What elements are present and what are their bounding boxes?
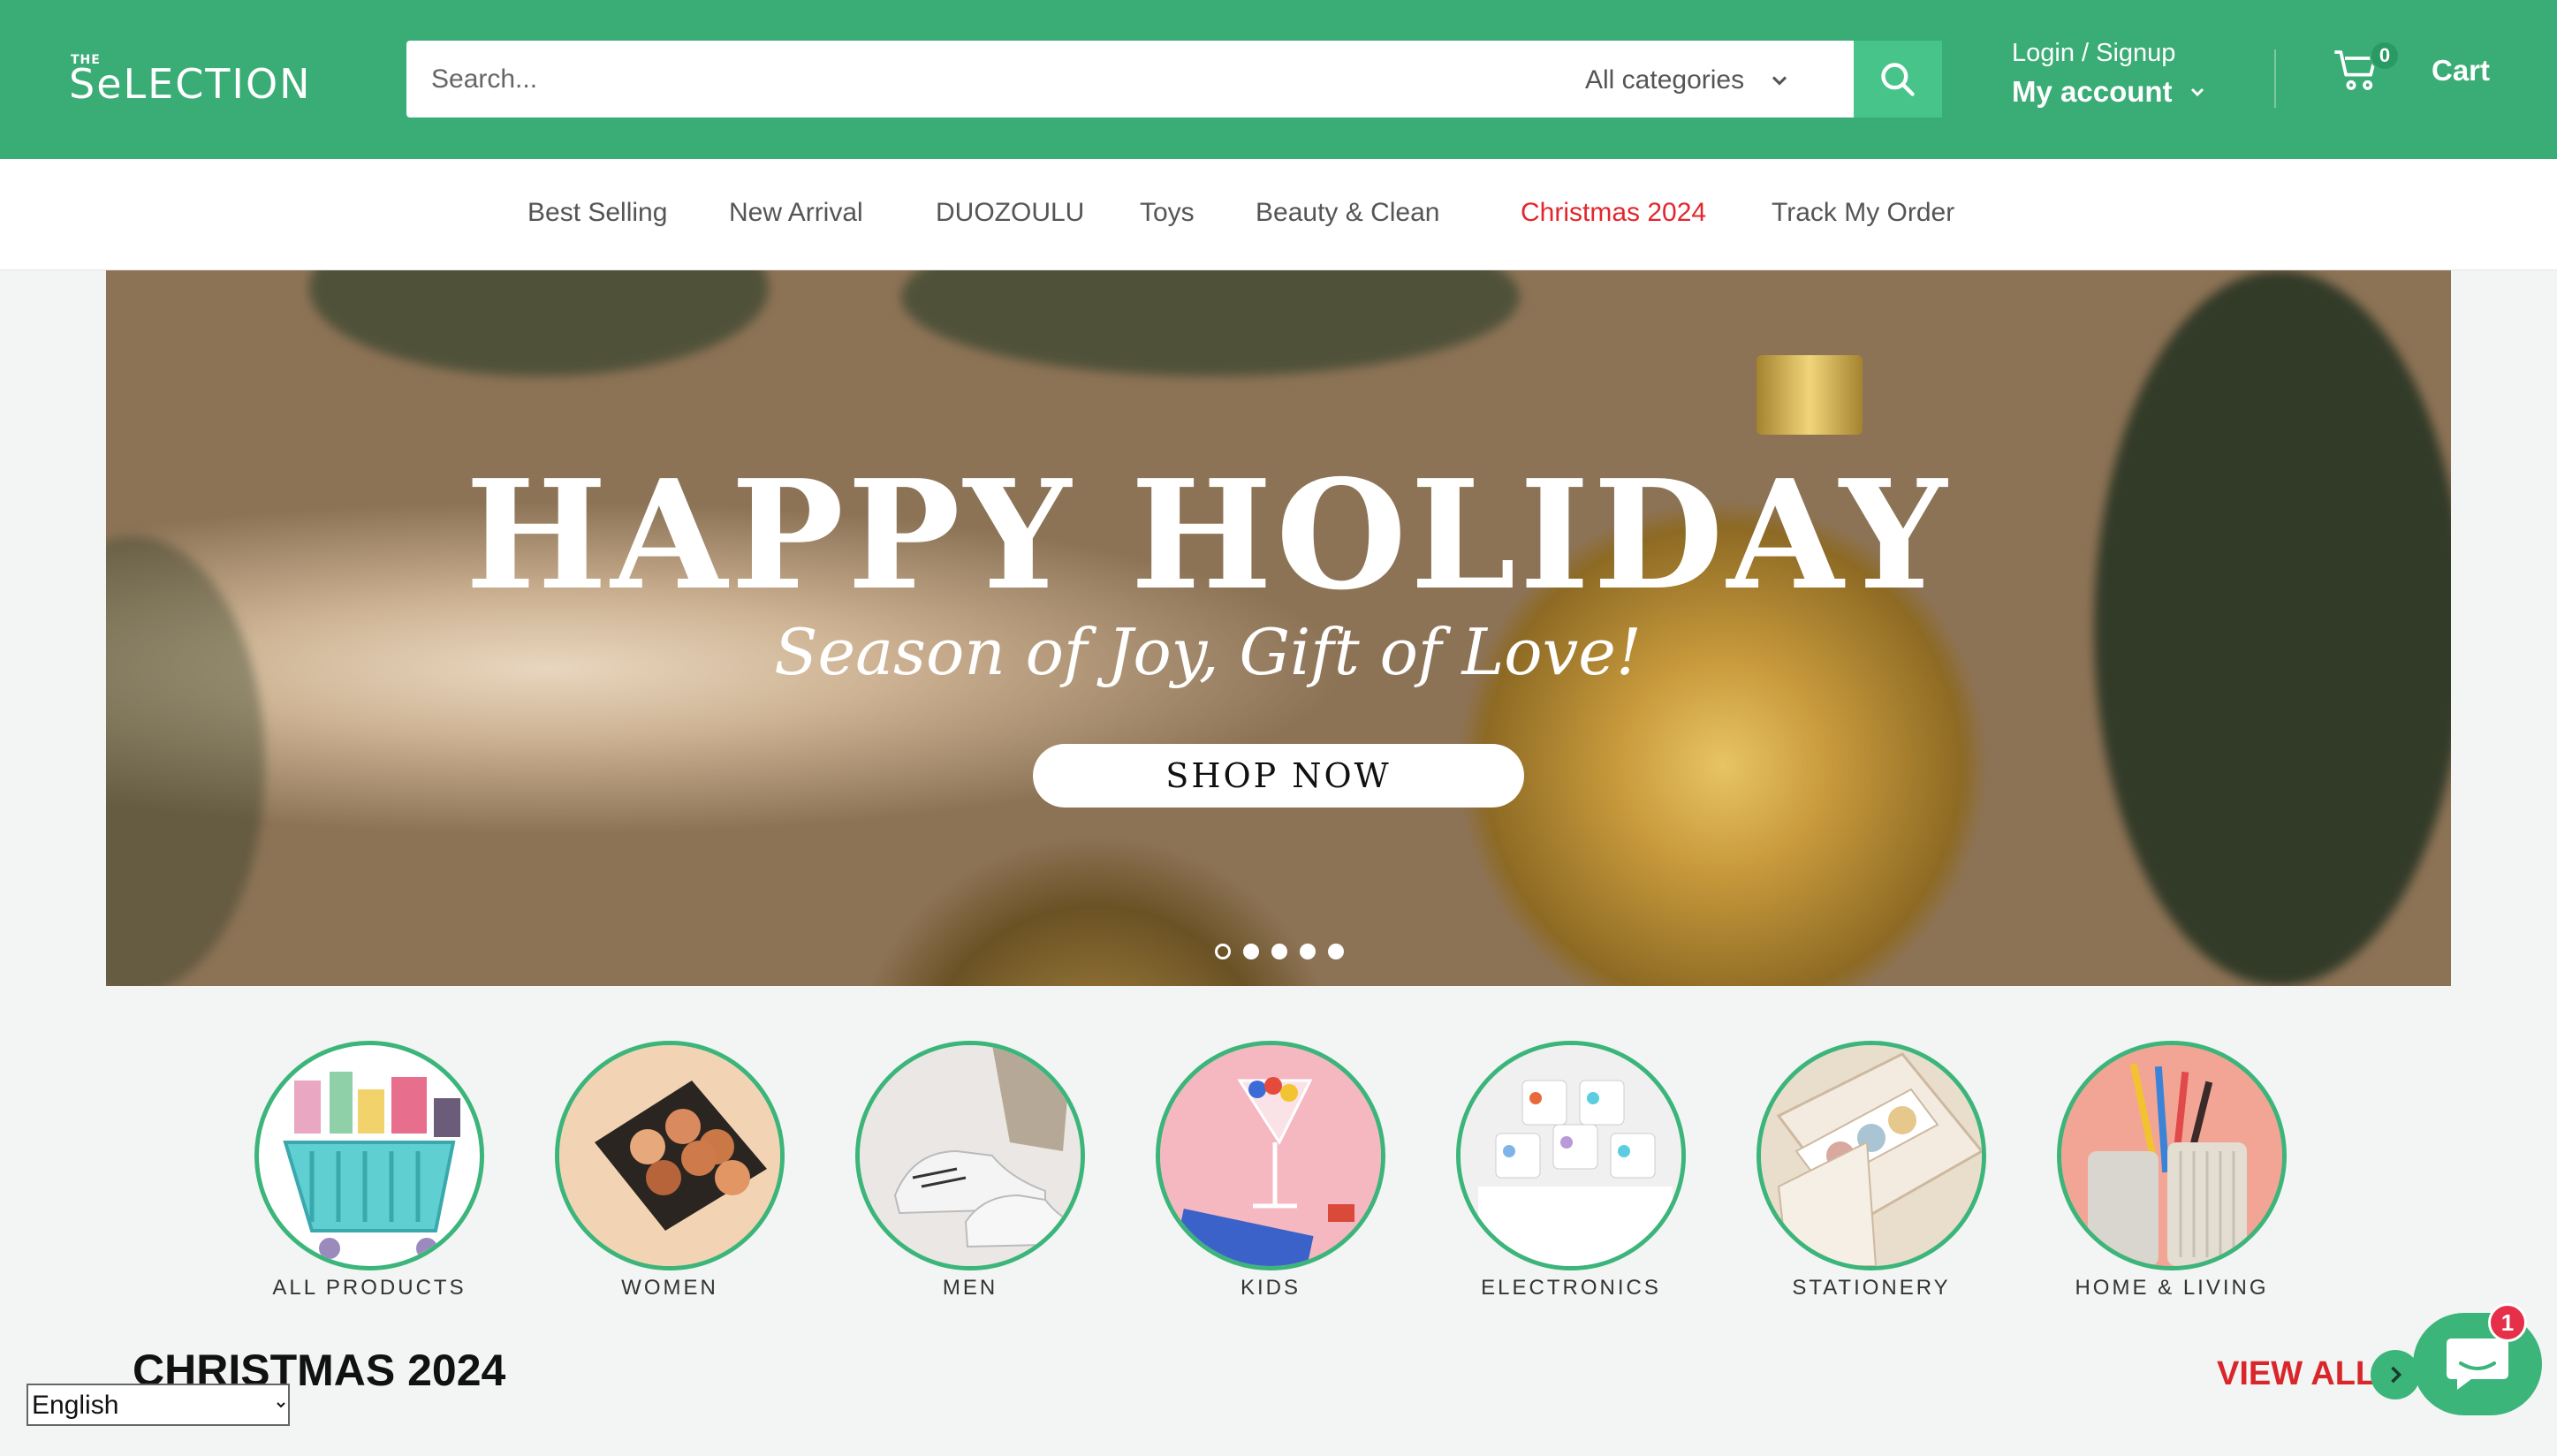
- category-women[interactable]: WOMEN: [520, 1041, 820, 1301]
- pine-branch-decoration: [901, 270, 1520, 376]
- category-label: ALL PRODUCTS: [272, 1276, 467, 1300]
- shop-now-button[interactable]: SHOP NOW: [1033, 744, 1524, 808]
- slider-dots: [1215, 944, 1344, 959]
- category-men[interactable]: MEN: [820, 1041, 1120, 1301]
- cart-icon: 0: [2333, 41, 2400, 95]
- category-row: ALL PRODUCTS WOMEN MEN KIDS ELECTRONICS …: [0, 1041, 2557, 1306]
- site-header: THE SeLECTION All categories Login / Sig…: [0, 0, 2557, 159]
- hero-subtitle: Season of Joy, Gift of Love!: [774, 615, 1642, 689]
- search-button[interactable]: [1854, 41, 1942, 118]
- category-label: ELECTRONICS: [1481, 1276, 1661, 1300]
- search-bar: All categories: [406, 41, 1942, 118]
- toothbrush-cup-image: [2057, 1041, 2287, 1270]
- account-menu[interactable]: Login / Signup My account: [2012, 39, 2208, 109]
- nav-beauty-clean[interactable]: Beauty & Clean: [1256, 198, 1439, 228]
- search-input[interactable]: [431, 58, 1491, 101]
- cart-label: Cart: [2432, 54, 2491, 87]
- hero-banner[interactable]: HAPPY HOLIDAY Season of Joy, Gift of Lov…: [106, 270, 2451, 986]
- shopping-basket-image: [254, 1041, 484, 1270]
- category-select[interactable]: All categories: [1585, 60, 1792, 101]
- chat-bubble-icon: [2447, 1338, 2508, 1390]
- view-all-link[interactable]: VIEW ALL: [2217, 1355, 2376, 1393]
- slider-dot[interactable]: [1215, 944, 1231, 959]
- chevron-right-icon: [2391, 1366, 2402, 1384]
- slider-dot[interactable]: [1300, 944, 1316, 959]
- my-account-label: My account: [2012, 75, 2173, 108]
- my-account-dropdown[interactable]: My account: [2012, 75, 2208, 109]
- category-select-value: All categories: [1585, 65, 1745, 95]
- chat-notification-badge: 1: [2488, 1303, 2527, 1342]
- login-signup-link[interactable]: Login / Signup: [2012, 39, 2208, 68]
- chevron-down-icon: [1772, 76, 1787, 86]
- category-kids[interactable]: KIDS: [1120, 1041, 1421, 1301]
- nav-toys[interactable]: Toys: [1140, 198, 1195, 228]
- slider-dot[interactable]: [1243, 944, 1259, 959]
- category-label: HOME & LIVING: [2075, 1276, 2269, 1300]
- main-nav: Best Selling New Arrival DUOZOULU Toys B…: [0, 159, 2557, 270]
- pine-branch-decoration: [309, 270, 769, 376]
- nav-best-selling[interactable]: Best Selling: [527, 198, 667, 228]
- language-select[interactable]: English: [27, 1384, 290, 1426]
- header-divider: [2274, 49, 2276, 108]
- category-label: WOMEN: [621, 1276, 718, 1300]
- washi-tape-image: [1757, 1041, 1986, 1270]
- slider-dot[interactable]: [1271, 944, 1287, 959]
- category-home-living[interactable]: HOME & LIVING: [2022, 1041, 2322, 1301]
- sneakers-image: [855, 1041, 1085, 1270]
- category-label: STATIONERY: [1792, 1276, 1951, 1300]
- nav-christmas-2024[interactable]: Christmas 2024: [1521, 198, 1706, 228]
- hero-title: HAPPY HOLIDAY: [465, 447, 1951, 624]
- chevron-down-icon: [2190, 87, 2204, 97]
- category-all-products[interactable]: ALL PRODUCTS: [219, 1041, 520, 1301]
- search-icon: [1881, 62, 1915, 96]
- nav-track-my-order[interactable]: Track My Order: [1772, 198, 1954, 228]
- cart-link[interactable]: 0 Cart: [2333, 41, 2491, 95]
- ornament-cap: [1757, 355, 1863, 435]
- category-stationery[interactable]: STATIONERY: [1721, 1041, 2022, 1301]
- logo-text: SeLECTION: [69, 60, 312, 108]
- category-label: KIDS: [1240, 1276, 1301, 1300]
- slider-dot[interactable]: [1328, 944, 1344, 959]
- earphones-image: [1456, 1041, 1686, 1270]
- cart-count-badge: 0: [2370, 41, 2400, 71]
- nav-new-arrival[interactable]: New Arrival: [729, 198, 863, 228]
- category-electronics[interactable]: ELECTRONICS: [1421, 1041, 1721, 1301]
- category-label: MEN: [942, 1276, 998, 1300]
- nav-duozoulu[interactable]: DUOZOULU: [936, 198, 1084, 228]
- eyeshadow-palette-image: [555, 1041, 785, 1270]
- toys-glass-image: [1156, 1041, 1385, 1270]
